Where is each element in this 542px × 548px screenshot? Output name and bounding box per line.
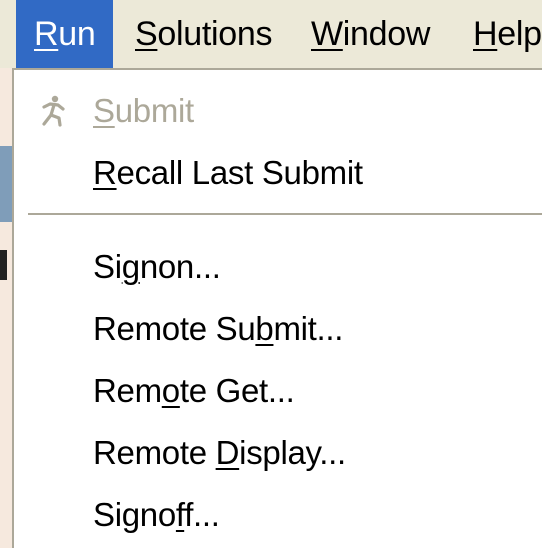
- menu-item-recall-access-key: R: [93, 154, 117, 191]
- menu-separator: [28, 213, 542, 216]
- menu-item-submit-access-key: S: [93, 92, 115, 129]
- menu-item-remote-submit-access-key: b: [255, 310, 274, 347]
- menu-item-recall-label: ecall Last Submit: [116, 154, 363, 191]
- running-person-icon: [42, 95, 65, 127]
- menu-window-label: indow: [342, 15, 431, 53]
- menu-item-signon[interactable]: Signon...: [14, 236, 542, 298]
- menu-window[interactable]: Window: [293, 0, 448, 68]
- menu-item-remote-display-label: isplay...: [239, 434, 346, 471]
- menu-help-label: elp: [497, 15, 542, 53]
- menu-run[interactable]: Run: [16, 0, 114, 68]
- menu-run-access-key: R: [34, 15, 59, 53]
- menu-item-remote-get-label: te Get...: [179, 372, 295, 409]
- menu-solutions[interactable]: Solutions: [117, 0, 290, 68]
- menu-item-remote-get[interactable]: Remote Get...: [14, 360, 542, 422]
- menu-item-remote-display-text: Remote: [93, 434, 216, 471]
- menu-item-submit-label: ubmit: [114, 92, 195, 129]
- menu-item-remote-submit-text: Remote Su: [93, 310, 256, 347]
- background-window-fragment: [0, 146, 12, 222]
- background-window-fragment: [0, 250, 7, 280]
- menu-item-signoff-label: f...: [184, 496, 220, 533]
- menu-item-signon-text: Si: [93, 248, 122, 285]
- menu-item-remote-submit-label: mit...: [273, 310, 344, 347]
- screen: Run Solutions Window Help Submit Recall …: [0, 0, 542, 548]
- menu-run-label: un: [58, 15, 96, 53]
- menu-item-recall-last-submit[interactable]: Recall Last Submit: [14, 142, 542, 204]
- menu-bar: Run Solutions Window Help: [0, 0, 542, 68]
- menu-item-submit[interactable]: Submit: [14, 80, 542, 142]
- menu-item-signon-label: non...: [139, 248, 221, 285]
- menu-item-signoff-access-key: f: [175, 496, 185, 533]
- menu-solutions-access-key: S: [135, 15, 158, 53]
- menu-item-remote-get-text: Rem: [93, 372, 162, 409]
- menu-solutions-label: olutions: [157, 15, 273, 53]
- menu-item-remote-display[interactable]: Remote Display...: [14, 422, 542, 484]
- menu-item-remote-submit[interactable]: Remote Submit...: [14, 298, 542, 360]
- menu-item-signoff-text: Signo: [93, 496, 176, 533]
- menu-help-access-key: H: [473, 15, 498, 53]
- menu-item-signoff[interactable]: Signoff...: [14, 484, 542, 546]
- menu-item-signon-access-key: g: [121, 248, 140, 285]
- menu-window-access-key: W: [311, 15, 343, 53]
- menu-item-remote-display-access-key: D: [215, 434, 240, 471]
- run-dropdown-menu: Submit Recall Last Submit Signon... Remo…: [12, 68, 542, 548]
- menu-help[interactable]: Help: [455, 0, 542, 68]
- menu-item-remote-get-access-key: o: [161, 372, 180, 409]
